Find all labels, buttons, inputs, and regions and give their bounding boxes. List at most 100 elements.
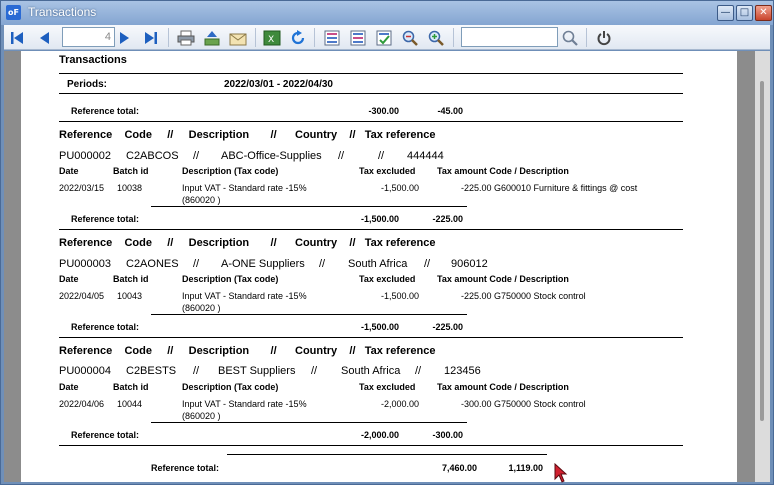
row-batch: 10038 bbox=[117, 183, 143, 193]
separator: // bbox=[193, 365, 200, 377]
close-button[interactable]: ✕ bbox=[755, 5, 772, 21]
column-batch: Batch id bbox=[113, 382, 149, 392]
supplier-tax-reference: 906012 bbox=[451, 258, 488, 270]
column-description: Description (Tax code) bbox=[182, 166, 279, 176]
row-description: Input VAT - Standard rate -15% bbox=[182, 291, 307, 301]
mouse-cursor-icon bbox=[554, 463, 568, 483]
row-tax-code: (860020 ) bbox=[182, 195, 221, 205]
next-page-icon[interactable] bbox=[115, 28, 135, 47]
report-viewer: Transactions Periods: 2022/03/01 - 2022/… bbox=[4, 51, 770, 482]
title-bar[interactable]: oF Transactions — □ ✕ bbox=[1, 1, 773, 25]
reference-code: PU000002 bbox=[59, 150, 111, 162]
reference-header: Reference Code // Description // Country… bbox=[59, 345, 436, 357]
export-icon[interactable] bbox=[202, 28, 222, 47]
minimize-button[interactable]: — bbox=[717, 5, 734, 21]
supplier-country: South Africa bbox=[348, 258, 408, 270]
page-number-input[interactable]: 4 bbox=[62, 27, 115, 47]
column-date: Date bbox=[59, 166, 79, 176]
supplier-code: C2BESTS bbox=[126, 365, 177, 377]
supplier-code: C2ABCOS bbox=[126, 150, 179, 162]
zoom-out-icon[interactable] bbox=[400, 28, 420, 47]
separator: // bbox=[193, 258, 200, 270]
separator: // bbox=[424, 258, 431, 270]
row-date: 2022/04/06 bbox=[59, 399, 105, 409]
column-batch: Batch id bbox=[113, 166, 149, 176]
row-batch: 10043 bbox=[117, 291, 143, 301]
zoom-in-icon[interactable] bbox=[426, 28, 446, 47]
row-tax-excluded: -1,500.00 bbox=[380, 291, 419, 301]
refresh-icon[interactable] bbox=[288, 28, 308, 47]
separator: // bbox=[338, 150, 345, 162]
row-tax-amount: -300.00 G750000 Stock control bbox=[461, 399, 586, 409]
column-tax-excluded: Tax excluded bbox=[359, 166, 416, 176]
supplier-tax-reference: 123456 bbox=[444, 365, 481, 377]
separator: // bbox=[311, 365, 318, 377]
reference-total-excluded: -1,500.00 bbox=[360, 214, 399, 224]
page-setup-icon[interactable] bbox=[322, 28, 342, 47]
reference-total-label: Reference total: bbox=[71, 322, 140, 332]
row-tax-amount: -225.00 G750000 Stock control bbox=[461, 291, 586, 301]
row-description: Input VAT - Standard rate -15% bbox=[182, 183, 307, 193]
grand-total-tax: 1,119.00 bbox=[508, 463, 543, 473]
row-tax-amount: -225.00 G600010 Furniture & fittings @ c… bbox=[461, 183, 638, 193]
separator: // bbox=[378, 150, 385, 162]
reference-total-label: Reference total: bbox=[71, 106, 140, 116]
column-date: Date bbox=[59, 382, 79, 392]
supplier-description: A-ONE Suppliers bbox=[221, 258, 305, 270]
separator: // bbox=[415, 365, 422, 377]
search-input[interactable] bbox=[461, 27, 558, 47]
power-close-icon[interactable] bbox=[594, 28, 614, 47]
row-batch: 10044 bbox=[117, 399, 143, 409]
last-page-icon[interactable] bbox=[141, 28, 161, 47]
scrollbar-thumb[interactable] bbox=[760, 81, 764, 421]
supplier-country: South Africa bbox=[341, 365, 401, 377]
separator: // bbox=[319, 258, 326, 270]
column-date: Date bbox=[59, 274, 79, 284]
app-logo-icon: oF bbox=[6, 5, 21, 20]
print-icon[interactable] bbox=[176, 28, 196, 47]
reference-total-excluded: -300.00 bbox=[368, 106, 399, 116]
reference-total-label: Reference total: bbox=[71, 430, 140, 440]
reference-total-excluded: -2,000.00 bbox=[360, 430, 399, 440]
column-tax-excluded: Tax excluded bbox=[359, 274, 416, 284]
report-page: Transactions Periods: 2022/03/01 - 2022/… bbox=[21, 51, 737, 482]
column-description: Description (Tax code) bbox=[182, 274, 279, 284]
row-description: Input VAT - Standard rate -15% bbox=[182, 399, 307, 409]
row-date: 2022/03/15 bbox=[59, 183, 105, 193]
row-tax-code: (860020 ) bbox=[182, 303, 221, 313]
row-date: 2022/04/05 bbox=[59, 291, 105, 301]
layout-icon[interactable] bbox=[348, 28, 368, 47]
previous-page-icon[interactable] bbox=[34, 28, 54, 47]
svg-text:X: X bbox=[268, 35, 274, 45]
grand-total-excluded: 7,460.00 bbox=[441, 463, 477, 473]
separator: // bbox=[193, 150, 200, 162]
window-title: Transactions bbox=[28, 5, 97, 19]
periods-label: Periods: bbox=[67, 79, 108, 90]
column-tax-excluded: Tax excluded bbox=[359, 382, 416, 392]
row-tax-code: (860020 ) bbox=[182, 411, 221, 421]
reference-total-excluded: -1,500.00 bbox=[360, 322, 399, 332]
email-icon[interactable] bbox=[228, 28, 248, 47]
supplier-description: ABC-Office-Supplies bbox=[221, 150, 322, 162]
excel-export-icon[interactable]: X bbox=[262, 28, 282, 47]
column-tax-amount: Tax amount Code / Description bbox=[437, 382, 569, 392]
report-toolbar: 4 X bbox=[4, 25, 770, 50]
periods-value: 2022/03/01 - 2022/04/30 bbox=[224, 79, 333, 90]
column-tax-amount: Tax amount Code / Description bbox=[437, 274, 569, 284]
search-icon[interactable] bbox=[560, 28, 580, 47]
transactions-window: oF Transactions — □ ✕ 4 X Transactions P… bbox=[0, 0, 774, 485]
grand-total-label: Reference total: bbox=[151, 463, 220, 473]
reference-header: Reference Code // Description // Country… bbox=[59, 237, 436, 249]
column-tax-amount: Tax amount Code / Description bbox=[437, 166, 569, 176]
supplier-code: C2AONES bbox=[126, 258, 179, 270]
maximize-button[interactable]: □ bbox=[736, 5, 753, 21]
reference-total-tax: -300.00 bbox=[432, 430, 463, 440]
reference-code: PU000004 bbox=[59, 365, 111, 377]
reference-header: Reference Code // Description // Country… bbox=[59, 129, 436, 141]
row-tax-excluded: -2,000.00 bbox=[380, 399, 419, 409]
first-page-icon[interactable] bbox=[7, 28, 27, 47]
vertical-scrollbar[interactable] bbox=[755, 51, 770, 482]
column-batch: Batch id bbox=[113, 274, 149, 284]
select-columns-icon[interactable] bbox=[374, 28, 394, 47]
report-title: Transactions bbox=[59, 54, 127, 66]
